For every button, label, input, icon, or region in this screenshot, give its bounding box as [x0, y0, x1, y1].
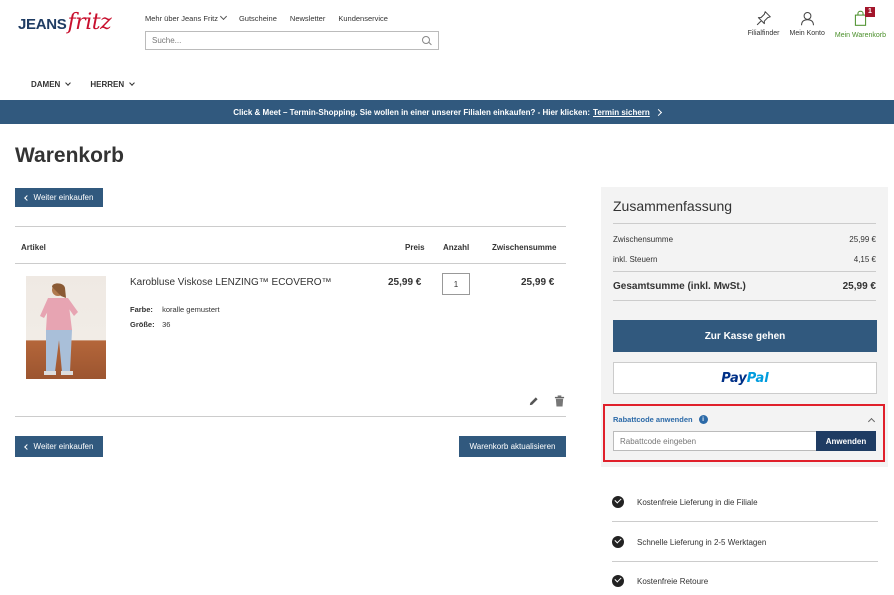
product-subtotal: 25,99 € — [521, 277, 555, 288]
header-preis: Preis — [405, 243, 425, 252]
search-icon[interactable] — [421, 35, 433, 47]
search-input[interactable] — [152, 36, 421, 45]
steuern-value: 4,15 € — [853, 255, 876, 264]
chevron-left-icon — [23, 443, 30, 450]
info-icon[interactable]: i — [698, 415, 708, 424]
trash-icon[interactable] — [554, 395, 565, 407]
product-photo — [40, 283, 78, 375]
summary-divider — [613, 300, 876, 301]
promo-banner: Click & Meet – Termin-Shopping. Sie woll… — [0, 100, 894, 124]
groesse-label: Größe: — [130, 320, 155, 329]
banner-link[interactable]: Termin sichern — [593, 108, 650, 117]
usp-text: Kostenfreie Retoure — [637, 576, 709, 586]
summary-steuern: inkl. Steuern 4,15 € — [613, 255, 876, 264]
topnav-gutscheine[interactable]: Gutscheine — [239, 14, 277, 23]
banner-text: Click & Meet – Termin-Shopping. Sie woll… — [233, 107, 591, 117]
search-box — [145, 31, 439, 50]
paypal-pay: Pay — [721, 370, 747, 386]
nav-damen-label: DAMEN — [31, 80, 61, 89]
top-nav: Mehr über Jeans Fritz Gutscheine Newslet… — [145, 12, 388, 23]
total-value: 25,99 € — [842, 281, 876, 292]
coupon-section: Rabattcode anwenden i Anwenden — [603, 404, 885, 462]
chevron-up-icon[interactable] — [867, 417, 876, 426]
category-nav: DAMEN HERREN — [31, 80, 135, 89]
summary-divider — [613, 223, 876, 224]
user-icon — [800, 12, 814, 26]
logo[interactable]: JEANS fritz — [18, 10, 112, 35]
header-icons: Filialfinder Mein Konto 1 Mein Warenkorb — [747, 7, 886, 39]
filialfinder-label: Filialfinder — [747, 30, 780, 37]
summary-zwischensumme: Zwischensumme 25,99 € — [613, 235, 876, 244]
topnav-mehr-ueber[interactable]: Mehr über Jeans Fritz — [145, 12, 227, 23]
summary-divider — [613, 271, 876, 272]
mein-konto-link[interactable]: Mein Konto — [789, 10, 825, 39]
paypal-button[interactable]: Pay Pal — [613, 362, 877, 394]
summary-title: Zusammenfassung — [613, 198, 733, 214]
usp-divider — [612, 521, 878, 522]
product-price: 25,99 € — [388, 277, 422, 288]
groesse-value: 36 — [162, 320, 171, 329]
summary-total: Gesamtsumme (inkl. MwSt.) 25,99 € — [613, 281, 876, 292]
product-groesse: Größe: 36 — [130, 320, 170, 329]
paypal-pal: Pal — [746, 370, 769, 386]
usp-divider — [612, 561, 878, 562]
total-label: Gesamtsumme (inkl. MwSt.) — [613, 281, 746, 292]
checkout-button[interactable]: Zur Kasse gehen — [613, 320, 877, 352]
product-farbe: Farbe: koralle gemustert — [130, 305, 220, 314]
apply-coupon-button[interactable]: Anwenden — [816, 431, 876, 451]
cart-count-badge: 1 — [865, 7, 875, 17]
nav-damen[interactable]: DAMEN — [31, 80, 72, 89]
usp-text: Schnelle Lieferung in 2-5 Werktagen — [637, 537, 767, 547]
mein-warenkorb-label: Mein Warenkorb — [834, 32, 886, 39]
farbe-value: koralle gemustert — [162, 305, 220, 314]
continue-shopping-button-top[interactable]: Weiter einkaufen — [15, 188, 103, 207]
edit-icon[interactable] — [528, 396, 539, 407]
usp-text: Kostenfreie Lieferung in die Filiale — [637, 497, 758, 507]
table-top-divider — [15, 226, 566, 227]
topnav-kundenservice[interactable]: Kundenservice — [338, 14, 388, 23]
filialfinder-link[interactable]: Filialfinder — [747, 10, 780, 39]
page-title: Warenkorb — [15, 144, 124, 167]
chevron-right-icon[interactable] — [654, 108, 662, 116]
zwischensumme-label: Zwischensumme — [613, 235, 674, 244]
continue-shopping-button-bottom[interactable]: Weiter einkaufen — [15, 436, 103, 457]
coupon-label: Rabattcode anwenden — [613, 415, 693, 424]
check-circle-icon — [612, 575, 624, 587]
header-artikel: Artikel — [21, 243, 46, 252]
chevron-down-icon — [65, 80, 72, 86]
product-image[interactable] — [26, 276, 106, 379]
table-header-divider — [15, 263, 566, 264]
check-circle-icon — [612, 536, 624, 548]
topnav-newsletter[interactable]: Newsletter — [290, 14, 325, 23]
product-name[interactable]: Karobluse Viskose LENZING™ ECOVERO™ — [130, 277, 332, 288]
chevron-down-icon — [129, 80, 135, 86]
logo-fritz: fritz — [67, 10, 112, 35]
logo-jeans: JEANS — [18, 16, 67, 33]
usp-item: Kostenfreie Retoure — [612, 575, 878, 587]
pin-icon — [756, 11, 771, 26]
check-circle-icon — [612, 496, 624, 508]
cart-icon-wrap: 1 — [852, 7, 875, 32]
zwischensumme-value: 25,99 € — [849, 235, 876, 244]
coupon-toggle[interactable]: Rabattcode anwenden i — [613, 415, 708, 424]
table-bottom-divider — [15, 416, 566, 417]
coupon-input[interactable] — [613, 431, 817, 451]
nav-herren[interactable]: HERREN — [90, 80, 135, 89]
header-zwischensumme: Zwischensumme — [492, 243, 557, 252]
nav-herren-label: HERREN — [90, 80, 125, 89]
continue-shopping-label: Weiter einkaufen — [33, 442, 94, 451]
mein-warenkorb-link[interactable]: 1 Mein Warenkorb — [834, 7, 886, 39]
mein-konto-label: Mein Konto — [789, 30, 825, 37]
topnav-mehr-ueber-label: Mehr über Jeans Fritz — [145, 14, 218, 23]
steuern-label: inkl. Steuern — [613, 255, 658, 264]
update-cart-button[interactable]: Warenkorb aktualisieren — [459, 436, 566, 457]
chevron-left-icon — [23, 194, 30, 201]
farbe-label: Farbe: — [130, 305, 153, 314]
header-anzahl: Anzahl — [443, 243, 470, 252]
continue-shopping-label: Weiter einkaufen — [33, 193, 94, 202]
usp-item: Schnelle Lieferung in 2-5 Werktagen — [612, 536, 878, 548]
quantity-input[interactable] — [442, 273, 470, 295]
usp-item: Kostenfreie Lieferung in die Filiale — [612, 496, 878, 508]
chevron-down-icon — [219, 12, 227, 21]
